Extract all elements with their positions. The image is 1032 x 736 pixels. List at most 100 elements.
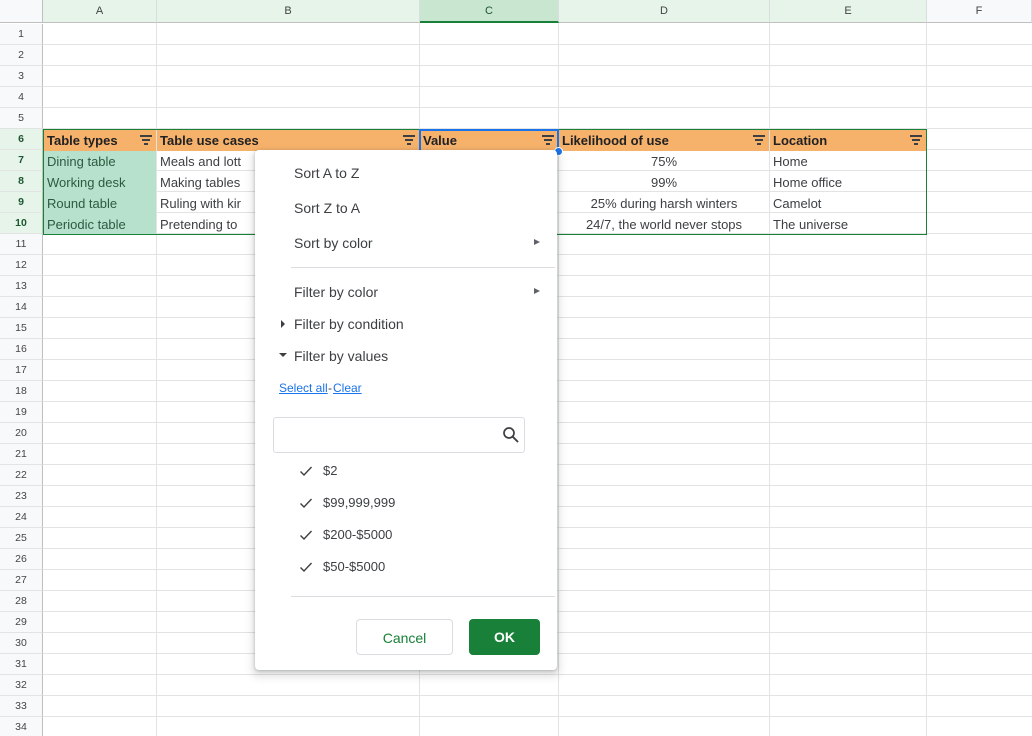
row-header-30[interactable]: 30 bbox=[0, 633, 43, 654]
select-all-link[interactable]: Select all bbox=[279, 381, 328, 395]
clear-link[interactable]: Clear bbox=[333, 381, 362, 395]
values-search-box[interactable] bbox=[273, 417, 525, 453]
column-header-d[interactable]: D bbox=[559, 0, 770, 23]
row-header-32[interactable]: 32 bbox=[0, 675, 43, 696]
row-header-3[interactable]: 3 bbox=[0, 66, 43, 87]
table-cell[interactable]: Camelot bbox=[770, 193, 926, 214]
menu-sort-z-a[interactable]: Sort Z to A bbox=[294, 200, 360, 216]
row-header-31[interactable]: 31 bbox=[0, 654, 43, 675]
row-header-10[interactable]: 10 bbox=[0, 213, 43, 234]
header-cell-table-use-cases[interactable]: Table use cases bbox=[157, 130, 419, 151]
gridline bbox=[43, 86, 1032, 87]
row-header-1[interactable]: 1 bbox=[0, 24, 43, 45]
row-header-20[interactable]: 20 bbox=[0, 423, 43, 444]
values-search-input[interactable] bbox=[282, 420, 501, 452]
row-header-4[interactable]: 4 bbox=[0, 87, 43, 108]
checkmark-icon bbox=[300, 530, 313, 541]
filter-icon[interactable] bbox=[403, 135, 415, 146]
column-header-c[interactable]: C bbox=[420, 0, 559, 23]
column-header-e[interactable]: E bbox=[770, 0, 927, 23]
table-cell[interactable]: Meals and lott bbox=[157, 151, 255, 172]
table-cell[interactable]: Ruling with kir bbox=[157, 193, 255, 214]
collapse-arrow-icon[interactable] bbox=[279, 353, 287, 357]
row-header-17[interactable]: 17 bbox=[0, 360, 43, 381]
row-header-19[interactable]: 19 bbox=[0, 402, 43, 423]
menu-filter-by-values[interactable]: Filter by values bbox=[294, 348, 388, 364]
column-header-f[interactable]: F bbox=[927, 0, 1032, 23]
table-cell[interactable]: Dining table bbox=[44, 151, 156, 172]
table-cell[interactable]: Working desk bbox=[44, 172, 156, 193]
menu-sort-by-color[interactable]: Sort by color bbox=[294, 235, 373, 251]
menu-divider bbox=[291, 596, 555, 597]
row-header-11[interactable]: 11 bbox=[0, 234, 43, 255]
value-option-label: $50-$5000 bbox=[323, 559, 386, 574]
gridline bbox=[43, 695, 1032, 696]
submenu-arrow-icon bbox=[534, 288, 540, 294]
row-header-29[interactable]: 29 bbox=[0, 612, 43, 633]
search-icon bbox=[503, 427, 519, 443]
submenu-arrow-icon bbox=[534, 239, 540, 245]
row-header-21[interactable]: 21 bbox=[0, 444, 43, 465]
row-header-9[interactable]: 9 bbox=[0, 192, 43, 213]
filter-menu: Sort A to Z Sort Z to A Sort by color Fi… bbox=[255, 150, 557, 670]
row-header-25[interactable]: 25 bbox=[0, 528, 43, 549]
table-cell[interactable]: Periodic table bbox=[44, 214, 156, 235]
row-header-33[interactable]: 33 bbox=[0, 696, 43, 717]
table-cell[interactable]: 24/7, the world never stops bbox=[559, 214, 769, 235]
ok-button[interactable]: OK bbox=[469, 619, 540, 655]
row-header-13[interactable]: 13 bbox=[0, 276, 43, 297]
menu-sort-a-z[interactable]: Sort A to Z bbox=[294, 165, 359, 181]
row-header-18[interactable]: 18 bbox=[0, 381, 43, 402]
row-header-2[interactable]: 2 bbox=[0, 45, 43, 66]
row-header-16[interactable]: 16 bbox=[0, 339, 43, 360]
filter-icon[interactable] bbox=[542, 135, 554, 146]
table-cell[interactable]: Home office bbox=[770, 172, 926, 193]
row-header-27[interactable]: 27 bbox=[0, 570, 43, 591]
filter-icon[interactable] bbox=[910, 135, 922, 146]
checkmark-icon bbox=[300, 562, 313, 573]
menu-filter-by-condition[interactable]: Filter by condition bbox=[294, 316, 404, 332]
row-header-22[interactable]: 22 bbox=[0, 465, 43, 486]
link-separator: - bbox=[328, 381, 332, 395]
gridline bbox=[43, 128, 1032, 129]
table-cell[interactable]: 99% bbox=[559, 172, 769, 193]
expand-arrow-icon[interactable] bbox=[281, 320, 285, 328]
table-cell[interactable]: Making tables bbox=[157, 172, 255, 193]
gridline bbox=[43, 716, 1032, 717]
header-cell-likelihood[interactable]: Likelihood of use bbox=[559, 130, 769, 151]
table-cell[interactable]: 25% during harsh winters bbox=[559, 193, 769, 214]
row-header-8[interactable]: 8 bbox=[0, 171, 43, 192]
cancel-button[interactable]: Cancel bbox=[356, 619, 453, 655]
filter-icon[interactable] bbox=[753, 135, 765, 146]
row-header-12[interactable]: 12 bbox=[0, 255, 43, 276]
row-header-15[interactable]: 15 bbox=[0, 318, 43, 339]
header-cell-location[interactable]: Location bbox=[770, 130, 926, 151]
spreadsheet-grid[interactable]: A B C D E F 1 2 3 4 5 6 7 8 9 10 11 12 13 14 15 16 17 18 1… bbox=[0, 0, 1032, 736]
gridline bbox=[43, 65, 1032, 66]
row-header-23[interactable]: 23 bbox=[0, 486, 43, 507]
gridline bbox=[43, 674, 1032, 675]
header-cell-value[interactable]: Value bbox=[420, 130, 558, 151]
row-header-28[interactable]: 28 bbox=[0, 591, 43, 612]
table-cell[interactable]: Home bbox=[770, 151, 926, 172]
row-header-24[interactable]: 24 bbox=[0, 507, 43, 528]
table-cell[interactable]: Pretending to bbox=[157, 214, 255, 235]
filter-icon[interactable] bbox=[140, 135, 152, 146]
row-header-26[interactable]: 26 bbox=[0, 549, 43, 570]
value-option-label: $2 bbox=[323, 463, 338, 478]
table-cell[interactable]: 75% bbox=[559, 151, 769, 172]
gridline bbox=[43, 107, 1032, 108]
menu-filter-by-color[interactable]: Filter by color bbox=[294, 284, 378, 300]
checkmark-icon bbox=[300, 498, 313, 509]
row-header-5[interactable]: 5 bbox=[0, 108, 43, 129]
select-all-corner[interactable] bbox=[0, 0, 43, 23]
row-header-6[interactable]: 6 bbox=[0, 129, 43, 150]
row-header-34[interactable]: 34 bbox=[0, 717, 43, 736]
row-header-7[interactable]: 7 bbox=[0, 150, 43, 171]
column-header-a[interactable]: A bbox=[43, 0, 157, 23]
table-cell[interactable]: Round table bbox=[44, 193, 156, 214]
table-cell[interactable]: The universe bbox=[770, 214, 926, 235]
checkmark-icon bbox=[300, 466, 313, 477]
row-header-14[interactable]: 14 bbox=[0, 297, 43, 318]
column-header-b[interactable]: B bbox=[157, 0, 420, 23]
